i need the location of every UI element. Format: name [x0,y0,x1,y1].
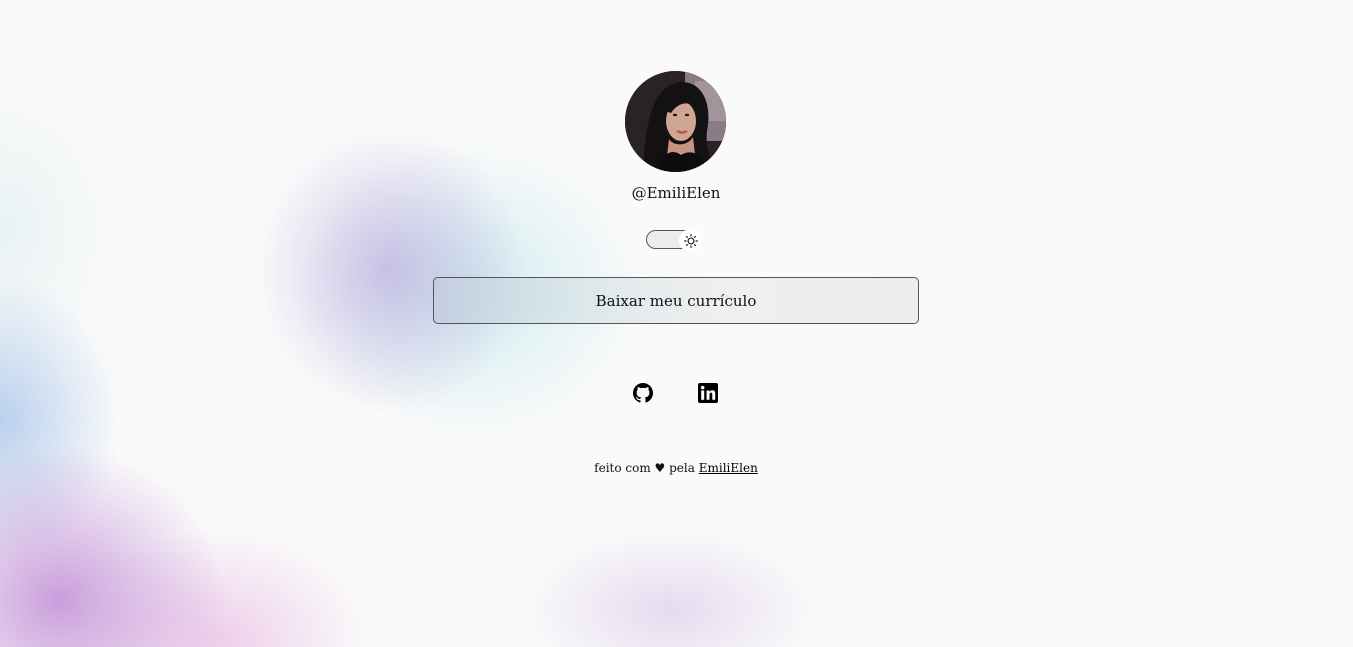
footer-author-link[interactable]: EmiliElen [699,461,758,475]
profile-page: @EmiliElen Baixar meu currículo feito co… [0,0,1353,647]
github-icon[interactable] [633,383,653,403]
download-resume-button[interactable]: Baixar meu currículo [433,277,919,324]
linkedin-icon[interactable] [698,383,718,403]
theme-toggle[interactable] [646,229,704,252]
download-resume-label: Baixar meu currículo [595,291,757,310]
avatar [625,71,726,172]
avatar-photo [625,71,726,172]
sun-icon [683,233,698,248]
footer-text: feito com ♥ pela [594,461,695,475]
username: @EmiliElen [631,184,721,202]
footer: feito com ♥ pela EmiliElen [476,459,876,477]
toggle-knob[interactable] [679,229,702,252]
